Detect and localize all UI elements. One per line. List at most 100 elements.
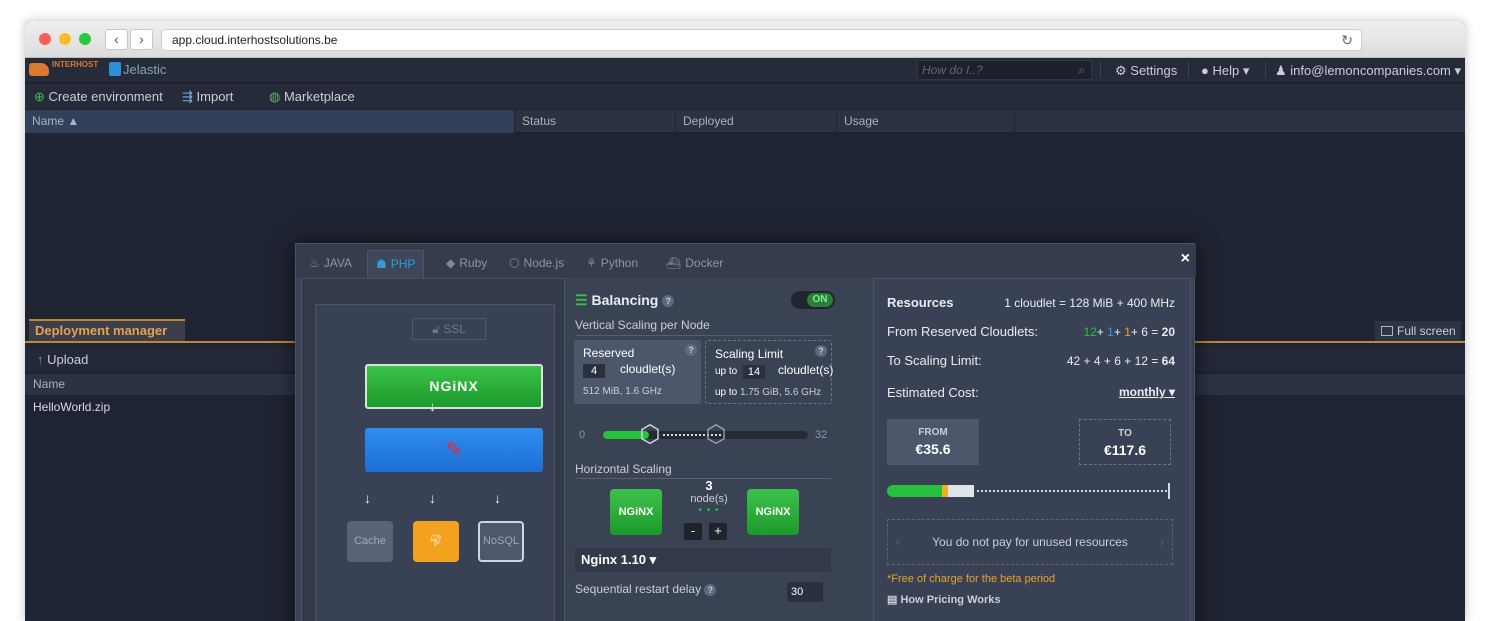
upload-button[interactable]: ↑ Upload <box>37 352 88 367</box>
slider-max: 32 <box>815 429 828 441</box>
reload-icon[interactable]: ↻ <box>1341 30 1353 50</box>
browser-window: ‹ › app.cloud.interhostsolutions.be ↻ IN… <box>25 21 1465 621</box>
period-select[interactable]: monthly ▾ <box>1119 385 1175 399</box>
from-cost-box: FROM €35.6 <box>887 419 979 465</box>
deployment-manager-tab[interactable]: Deployment manager <box>29 319 185 341</box>
help-icon[interactable]: ? <box>685 344 697 356</box>
engine-tabs: ♨ JAVA ☗ PHP ◆ Ruby ⬡ Node.js ⚘ Python ⛴ Docke… <box>296 244 1196 278</box>
cloudlet-definition: 1 cloudlet = 128 MiB + 400 MHz <box>1004 296 1175 310</box>
mysql-node[interactable]: 🐬︎ <box>413 521 459 562</box>
limit-title: Scaling Limit <box>715 347 784 361</box>
balancing-toggle[interactable]: ON <box>791 291 835 309</box>
fullscreen-icon <box>1381 326 1393 336</box>
help-icon[interactable]: ? <box>662 295 675 308</box>
limit-prefix: up to <box>715 366 738 377</box>
chevron-left-icon[interactable]: ‹ <box>896 520 900 564</box>
browser-titlebar: ‹ › app.cloud.interhostsolutions.be ↻ <box>25 21 1465 58</box>
create-environment-button[interactable]: ⊕ Create environment <box>34 89 163 105</box>
cache-node[interactable]: Cache <box>347 521 393 562</box>
balancing-title: ☰ Balancing ? <box>575 292 675 309</box>
scaling-panel: ☰ Balancing ? ON Vertical Scaling per No… <box>574 278 865 621</box>
nginx-balancer-node[interactable]: NGiNX <box>365 364 543 409</box>
to-limit-value: 42 + 4 + 6 + 12 = 64 <box>1066 354 1175 368</box>
nginx-node-instance[interactable]: NGiNX <box>610 489 662 535</box>
limit-stepper[interactable]: 14 <box>743 365 765 379</box>
brand-interhost: INTERHOST <box>52 60 99 69</box>
settings-button[interactable]: ⚙ Settings <box>1115 63 1177 79</box>
chevron-down-icon: ▾ <box>1454 63 1462 78</box>
chevron-right-icon[interactable]: › <box>1160 520 1164 564</box>
import-icon: ⇶ <box>182 89 193 104</box>
version-select[interactable]: Nginx 1.10 ▾ <box>575 548 831 572</box>
docker-icon: ⛴ <box>666 256 682 270</box>
node-count: 3 node(s) • • • <box>690 478 728 516</box>
close-window-button[interactable] <box>39 33 51 45</box>
help-icon[interactable]: ? <box>815 345 827 357</box>
limit-unit: cloudlet(s) <box>778 363 834 377</box>
php-icon: ☗ <box>376 257 387 271</box>
tab-nodejs[interactable]: ⬡ Node.js <box>509 250 564 278</box>
search-input[interactable]: How do I..? ⌕ <box>917 60 1092 80</box>
app-topbar: INTERHOST Jelastic How do I..? ⌕ ⚙ Setti… <box>25 58 1465 83</box>
full-screen-button[interactable]: Full screen <box>1375 321 1461 341</box>
tab-php[interactable]: ☗ PHP <box>367 250 425 278</box>
chevron-down-icon: ▾ <box>1168 385 1175 399</box>
reserved-stepper[interactable]: 4 <box>583 364 605 378</box>
arrow-down-icon: ↓ <box>429 398 436 414</box>
settings-label: Settings <box>1130 63 1178 78</box>
brand-jelastic: Jelastic <box>123 62 167 77</box>
restart-delay-stepper[interactable]: 30 <box>787 582 823 602</box>
document-icon: ▤ <box>887 594 898 606</box>
column-deployed-header[interactable]: Deployed <box>676 110 837 133</box>
list-item[interactable]: HelloWorld.zip <box>33 400 110 414</box>
balancer-icon: ☰ <box>575 292 588 308</box>
jelastic-logo-icon <box>109 62 121 76</box>
node-dots: • • • <box>698 505 720 516</box>
to-cost-box: TO €117.6 <box>1079 419 1171 465</box>
vertical-scaling-title: Vertical Scaling per Node <box>575 318 710 332</box>
environments-grid-header: Name ▲ Status Deployed Usage <box>25 110 1465 133</box>
tab-ruby[interactable]: ◆ Ruby <box>446 250 487 278</box>
slider-min: 0 <box>579 429 586 441</box>
remove-node-button[interactable]: - <box>684 523 702 540</box>
marketplace-label: Marketplace <box>283 89 355 104</box>
resources-title: Resources <box>887 295 954 310</box>
to-limit-label: To Scaling Limit: <box>887 353 982 368</box>
help-icon[interactable]: ? <box>704 583 717 596</box>
minimize-window-button[interactable] <box>59 33 71 45</box>
url-bar[interactable]: app.cloud.interhostsolutions.be ↻ <box>161 29 1362 51</box>
reserved-unit: cloudlet(s) <box>620 362 676 376</box>
marketplace-button[interactable]: ◍ Marketplace <box>269 89 355 105</box>
column-usage-header[interactable]: Usage <box>837 110 1015 133</box>
limit-info: 1.75 GiB, 5.6 GHz <box>740 387 822 398</box>
limit-handle-icon[interactable]: ⬡ <box>704 423 728 447</box>
help-button[interactable]: ● Help ▾ <box>1201 63 1249 79</box>
tab-python[interactable]: ⚘ Python <box>586 250 638 278</box>
globe-icon: ◍ <box>269 89 281 104</box>
add-node-button[interactable]: + <box>709 523 727 540</box>
nginx-node-instance[interactable]: NGiNX <box>747 489 799 535</box>
close-icon[interactable]: × <box>1181 250 1190 268</box>
toggle-on-label: ON <box>807 293 833 307</box>
topology-nodes: 🔓︎ SSL NGiNX ↓ ✎ ↓ ↓ ↓ Cache 🐬︎ NoSQL <box>315 304 555 621</box>
ssl-toggle[interactable]: 🔓︎ SSL <box>412 318 486 340</box>
account-menu[interactable]: ♟ info@lemoncompanies.com ▾ <box>1275 63 1461 79</box>
ruby-icon: ◆ <box>446 256 456 270</box>
import-button[interactable]: ⇶ Import <box>182 89 233 105</box>
create-env-label: Create environment <box>48 89 163 104</box>
maximize-window-button[interactable] <box>79 33 91 45</box>
restart-delay-label: Sequential restart delay ? <box>575 582 717 596</box>
help-label: Help <box>1212 63 1240 78</box>
tab-java[interactable]: ♨ JAVA <box>309 250 352 278</box>
php-app-server-node[interactable]: ✎ <box>365 428 543 472</box>
search-icon[interactable]: ⌕ <box>1078 61 1085 79</box>
chevron-right-icon[interactable]: › <box>130 29 153 50</box>
tab-docker[interactable]: ⛴ Docker <box>666 250 723 278</box>
chevron-left-icon[interactable]: ‹ <box>105 29 128 50</box>
column-name-header[interactable]: Name ▲ <box>25 110 515 133</box>
horizontal-scaling-title: Horizontal Scaling <box>575 462 672 476</box>
cost-bar-reserved <box>887 485 943 497</box>
nosql-node[interactable]: NoSQL <box>478 521 524 562</box>
column-status-header[interactable]: Status <box>515 110 676 133</box>
reserved-handle-icon[interactable]: ⬡ <box>638 423 662 447</box>
